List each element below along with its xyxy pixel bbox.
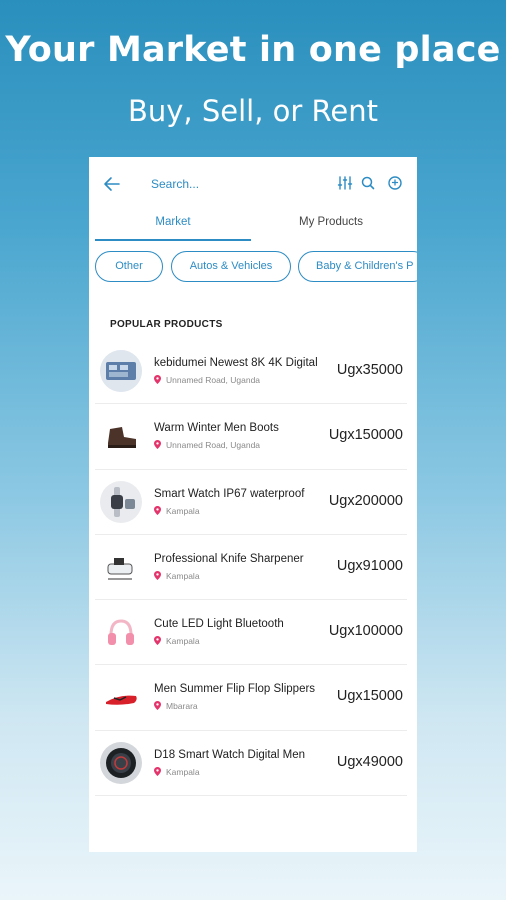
product-row[interactable]: Men Summer Flip Flop Slippers Mbarara Ug… xyxy=(95,665,407,731)
product-location-text: Unnamed Road, Uganda xyxy=(166,440,261,451)
category-chip-baby-children[interactable]: Baby & Children's P xyxy=(298,251,417,282)
search-icon[interactable] xyxy=(359,174,377,192)
product-location-text: Unnamed Road, Uganda xyxy=(166,375,261,385)
product-price: Ugx49000 xyxy=(336,753,403,770)
product-row[interactable]: D18 Smart Watch Digital Men Kampala Ugx4… xyxy=(95,731,407,797)
product-location: Kampala xyxy=(154,766,200,777)
product-name: Cute LED Light Bluetooth xyxy=(154,618,284,631)
location-pin-icon xyxy=(154,375,161,384)
product-price: Ugx35000 xyxy=(336,362,403,378)
product-location-text: Kampala xyxy=(166,636,200,647)
product-location: Kampala xyxy=(154,636,200,646)
product-name: Men Summer Flip Flop Slippers xyxy=(154,683,316,696)
app-screen: Market My Products Other Autos & Vehicle… xyxy=(89,157,417,852)
product-location: Kampala xyxy=(154,570,200,581)
location-pin-icon xyxy=(154,570,161,580)
location-pin-icon xyxy=(154,440,161,450)
category-chips: Other Autos & Vehicles Baby & Children's… xyxy=(95,251,417,283)
boot-product-icon xyxy=(100,415,142,458)
product-location: Unnamed Road, Uganda xyxy=(154,375,260,385)
product-name: Warm Winter Men Boots xyxy=(154,422,279,435)
smartwatch-product-icon xyxy=(100,480,142,523)
product-name: kebidumei Newest 8K 4K Digital xyxy=(154,357,318,369)
product-row[interactable]: Cute LED Light Bluetooth Kampala Ugx1000… xyxy=(95,600,407,666)
knife-sharpener-product-icon xyxy=(100,545,142,588)
product-row[interactable]: Smart Watch IP67 waterproof Kampala Ugx2… xyxy=(95,470,407,535)
location-pin-icon xyxy=(154,505,161,515)
search-input[interactable] xyxy=(151,173,321,195)
product-price: Ugx100000 xyxy=(328,623,403,640)
product-price: Ugx91000 xyxy=(336,557,403,574)
product-name: D18 Smart Watch Digital Men xyxy=(154,748,306,761)
product-price: Ugx150000 xyxy=(328,427,403,444)
location-pin-icon xyxy=(154,766,161,776)
tab-bar: Market My Products xyxy=(95,211,411,241)
product-row[interactable]: Warm Winter Men Boots Unnamed Road, Ugan… xyxy=(95,404,407,470)
product-location: Kampala xyxy=(154,505,200,516)
product-location: Unnamed Road, Uganda xyxy=(154,440,260,450)
product-location: Mbarara xyxy=(154,701,198,711)
location-pin-icon xyxy=(154,701,161,711)
product-name: Smart Watch IP67 waterproof xyxy=(154,487,305,500)
filter-sliders-icon[interactable] xyxy=(336,174,354,192)
product-location-text: Kampala xyxy=(166,505,200,516)
product-name: Professional Knife Sharpener xyxy=(154,552,304,565)
category-chip-other[interactable]: Other xyxy=(95,251,163,282)
tab-market[interactable]: Market xyxy=(95,211,251,241)
product-location-text: Kampala xyxy=(166,570,200,581)
product-location-text: Kampala xyxy=(166,766,200,777)
headline: Your Market in one place xyxy=(5,30,501,70)
camera-product-icon xyxy=(100,350,142,392)
subheadline: Buy, Sell, or Rent xyxy=(128,94,378,128)
slipper-product-icon xyxy=(100,676,142,719)
product-price: Ugx15000 xyxy=(336,688,403,705)
headphones-product-icon xyxy=(100,611,142,654)
back-arrow-icon[interactable] xyxy=(101,173,123,195)
product-row[interactable]: kebidumei Newest 8K 4K Digital Unnamed R… xyxy=(95,339,407,405)
location-pin-icon xyxy=(154,636,161,646)
profile-circle-icon[interactable] xyxy=(386,174,404,192)
watch-product-icon xyxy=(100,741,142,784)
product-row[interactable]: Professional Knife Sharpener Kampala Ugx… xyxy=(95,535,407,601)
section-title: POPULAR PRODUCTS xyxy=(110,319,223,330)
product-location-text: Mbarara xyxy=(166,701,198,712)
category-chip-autos-vehicles[interactable]: Autos & Vehicles xyxy=(171,251,291,282)
product-price: Ugx200000 xyxy=(328,492,403,509)
product-list: kebidumei Newest 8K 4K Digital Unnamed R… xyxy=(95,339,407,797)
tab-my-products[interactable]: My Products xyxy=(253,211,409,241)
top-bar xyxy=(89,157,417,211)
